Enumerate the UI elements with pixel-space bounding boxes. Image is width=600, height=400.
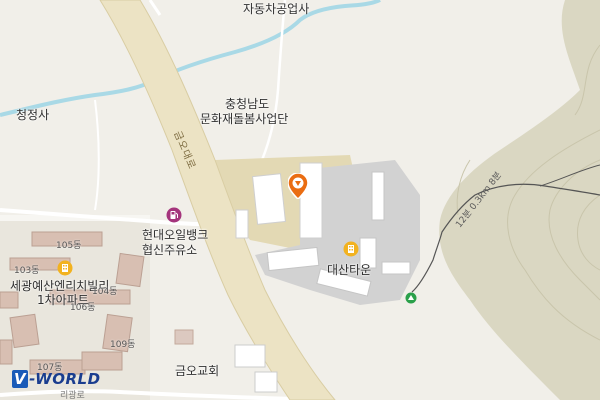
river <box>0 0 381 117</box>
building-label-105: 105동 <box>56 241 82 251</box>
gas-station-icon[interactable] <box>166 207 182 223</box>
location-pin-icon[interactable] <box>287 172 309 201</box>
trail-marker-icon[interactable] <box>405 289 417 304</box>
apartment-icon-daesan[interactable] <box>343 241 359 257</box>
vworld-logo: V -WORLD <box>12 370 101 388</box>
apartment-icon-segwang[interactable] <box>57 260 73 276</box>
label-repair-shop: 자동차공업사 <box>243 2 310 16</box>
label-bottom-road: 리광로 <box>60 391 85 400</box>
mountain-area <box>439 0 600 400</box>
label-cheongjeongsa: 청정사 <box>16 108 50 122</box>
building-label-106: 106동 <box>70 303 96 313</box>
building-label-104: 104동 <box>92 287 118 297</box>
label-heritage-org-line2: 문화재돌봄사업단 <box>200 112 289 126</box>
label-gas-station-line2: 협신주유소 <box>142 243 198 257</box>
logo-text: -WORLD <box>29 370 101 388</box>
logo-v: V <box>12 370 29 388</box>
building-label-103: 103동 <box>14 266 40 276</box>
building-label-109: 109동 <box>110 340 136 350</box>
label-daesan-town: 대산타운 <box>327 263 372 277</box>
map-canvas[interactable]: 자동차공업사 청정사 충청남도 문화재돌봄사업단 금오대로 현대오일뱅크 협신주… <box>0 0 600 400</box>
label-church: 금오교회 <box>175 364 220 378</box>
map-base <box>0 0 600 400</box>
